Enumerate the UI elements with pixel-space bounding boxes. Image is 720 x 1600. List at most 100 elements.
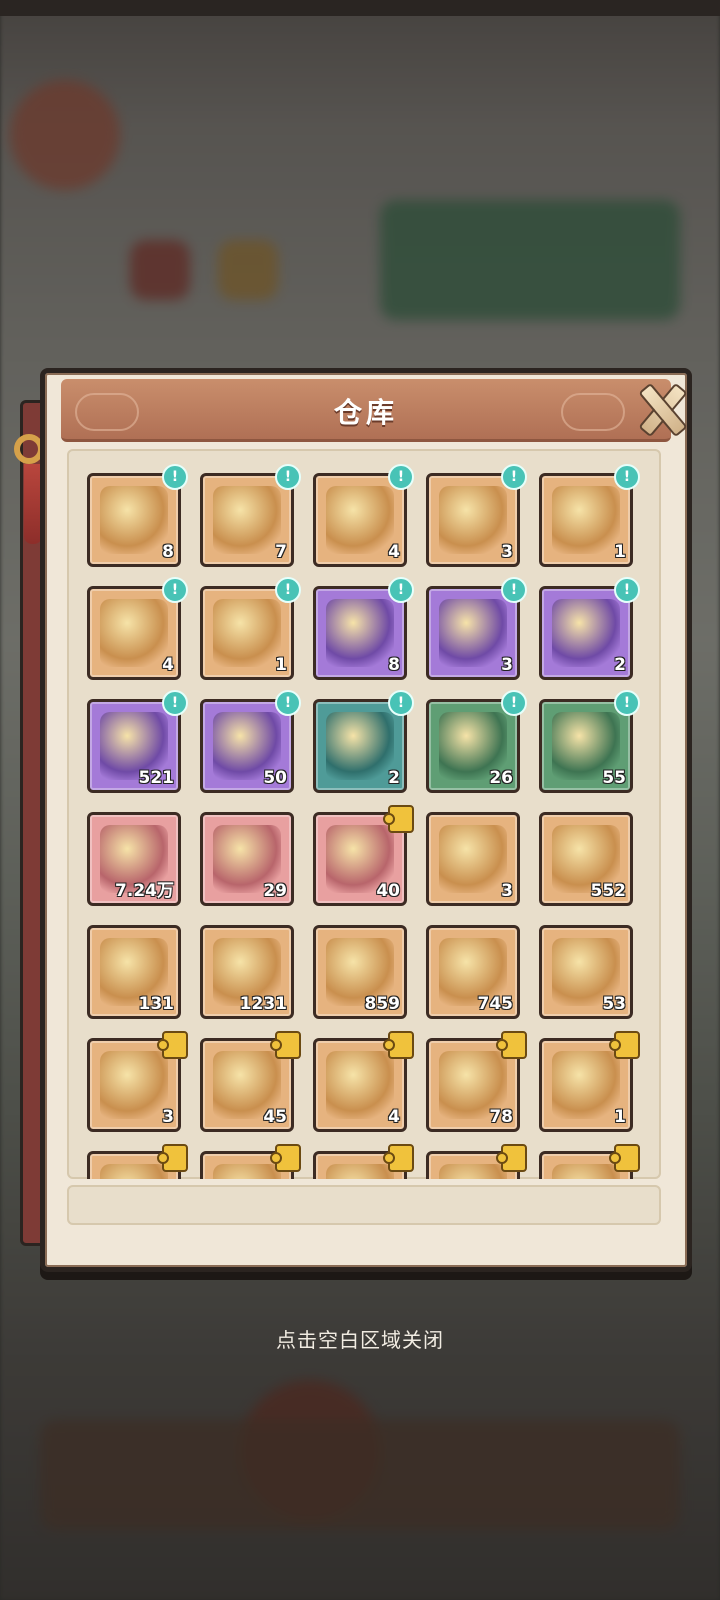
item-count: 8	[388, 655, 400, 675]
inventory-slot[interactable]: 8!	[87, 464, 188, 567]
notification-badge-icon: !	[388, 464, 414, 490]
potion-icon	[439, 825, 507, 893]
panel-header: 仓库	[61, 379, 688, 442]
panel-footer	[67, 1185, 661, 1225]
golden-egg-chest-icon	[552, 486, 620, 554]
item-count: 7.24万	[115, 881, 174, 901]
inventory-slot[interactable]	[313, 1144, 414, 1179]
inventory-slot[interactable]: 3!	[426, 464, 527, 567]
notification-badge-icon: !	[162, 690, 188, 716]
item-count: 3	[162, 1107, 174, 1127]
inventory-slot[interactable]	[426, 1144, 527, 1179]
jade-blade-icon	[326, 1051, 394, 1119]
item-count: 45	[263, 1107, 287, 1127]
inventory-slot[interactable]	[87, 1144, 188, 1179]
notification-badge-icon: !	[275, 464, 301, 490]
close-hint[interactable]: 点击空白区域关闭	[0, 1324, 720, 1353]
item-count: 1	[275, 655, 287, 675]
inventory-slot[interactable]: 50!	[200, 690, 301, 793]
notification-badge-icon: !	[501, 464, 527, 490]
item-count: 745	[477, 994, 514, 1014]
item-count: 55	[602, 768, 626, 788]
item-count: 552	[590, 881, 627, 901]
item-count: 3	[501, 881, 513, 901]
item-count: 859	[364, 994, 401, 1014]
item-count: 1231	[239, 994, 287, 1014]
notification-badge-icon: !	[275, 690, 301, 716]
item-count: 26	[489, 768, 513, 788]
inventory-slot[interactable]	[539, 1144, 640, 1179]
warehouse-panel: 仓库 8! 7! 4! 3! 1! 4! 1! 8! 3! 2! 521! 50! 2! 26! 55! 7.…	[40, 368, 692, 1272]
inventory-slot[interactable]: 29	[200, 812, 294, 906]
inventory-slot[interactable]: 1!	[539, 464, 640, 567]
item-grid[interactable]: 8! 7! 4! 3! 1! 4! 1! 8! 3! 2! 521! 50! 2! 26! 55! 7.24万…	[67, 449, 661, 1179]
item-count: 1	[614, 1107, 626, 1127]
puzzle-piece-icon	[383, 1144, 414, 1172]
notification-badge-icon: !	[614, 464, 640, 490]
item-count: 4	[388, 542, 400, 562]
inventory-slot[interactable]	[200, 1144, 301, 1179]
inventory-slot[interactable]: 1231	[200, 925, 294, 1019]
inventory-slot[interactable]: 40	[313, 805, 414, 906]
item-count: 3	[501, 542, 513, 562]
inventory-slot[interactable]: 745	[426, 925, 520, 1019]
inventory-slot[interactable]: 1	[539, 1031, 640, 1132]
mystery-gem-chest-icon	[213, 599, 281, 667]
inventory-slot[interactable]: 53	[539, 925, 633, 1019]
inventory-slot[interactable]: 4	[313, 1031, 414, 1132]
status-bar	[0, 0, 720, 16]
inventory-slot[interactable]: 7.24万	[87, 812, 181, 906]
item-count: 4	[162, 655, 174, 675]
inventory-slot[interactable]: 2!	[313, 690, 414, 793]
close-button[interactable]	[633, 379, 688, 438]
inventory-slot[interactable]: 1!	[200, 577, 301, 680]
inventory-slot[interactable]: 2!	[539, 577, 640, 680]
teal-mystery-chest-icon	[326, 712, 394, 780]
item-count: 131	[138, 994, 175, 1014]
purple-puzzle-chest-icon	[439, 599, 507, 667]
puzzle-piece-icon	[157, 1031, 188, 1059]
inventory-slot[interactable]: 78	[426, 1031, 527, 1132]
notification-badge-icon: !	[162, 577, 188, 603]
inventory-slot[interactable]: 8!	[313, 577, 414, 680]
inventory-slot[interactable]: 3	[426, 812, 520, 906]
item-count: 2	[614, 655, 626, 675]
item-count: 521	[138, 768, 175, 788]
puzzle-piece-icon	[383, 1031, 414, 1059]
puzzle-piece-icon	[496, 1144, 527, 1172]
item-count: 4	[388, 1107, 400, 1127]
purple-mystery-chest-icon	[552, 599, 620, 667]
puzzle-piece-icon	[383, 805, 414, 833]
inventory-slot[interactable]: 521!	[87, 690, 188, 793]
puzzle-piece-icon	[609, 1144, 640, 1172]
puzzle-piece-icon	[270, 1031, 301, 1059]
inventory-slot[interactable]: 4!	[313, 464, 414, 567]
spear-icon	[100, 1164, 168, 1179]
inventory-slot[interactable]: 131	[87, 925, 181, 1019]
inventory-slot[interactable]: 45	[200, 1031, 301, 1132]
puzzle-piece-icon	[496, 1031, 527, 1059]
item-count: 53	[602, 994, 626, 1014]
inventory-slot[interactable]: 55!	[539, 690, 640, 793]
mystery-chest-icon	[439, 486, 507, 554]
item-count: 1	[614, 542, 626, 562]
puzzle-fragment-chest-icon	[213, 486, 281, 554]
notification-badge-icon: !	[501, 690, 527, 716]
inventory-slot[interactable]: 4!	[87, 577, 188, 680]
inventory-slot[interactable]: 552	[539, 812, 633, 906]
inventory-slot[interactable]: 3!	[426, 577, 527, 680]
golden-treasure-chest-icon	[100, 486, 168, 554]
item-count: 78	[489, 1107, 513, 1127]
item-count: 29	[263, 881, 287, 901]
item-count: 40	[376, 881, 400, 901]
inventory-slot[interactable]: 26!	[426, 690, 527, 793]
item-count: 3	[501, 655, 513, 675]
bronze-cauldron-icon	[552, 1051, 620, 1119]
mystery-chest-icon	[326, 486, 394, 554]
notification-badge-icon: !	[388, 690, 414, 716]
inventory-slot[interactable]: 7!	[200, 464, 301, 567]
staff-icon	[213, 1164, 281, 1179]
inventory-slot[interactable]: 3	[87, 1031, 188, 1132]
item-count: 8	[162, 542, 174, 562]
inventory-slot[interactable]: 859	[313, 925, 407, 1019]
